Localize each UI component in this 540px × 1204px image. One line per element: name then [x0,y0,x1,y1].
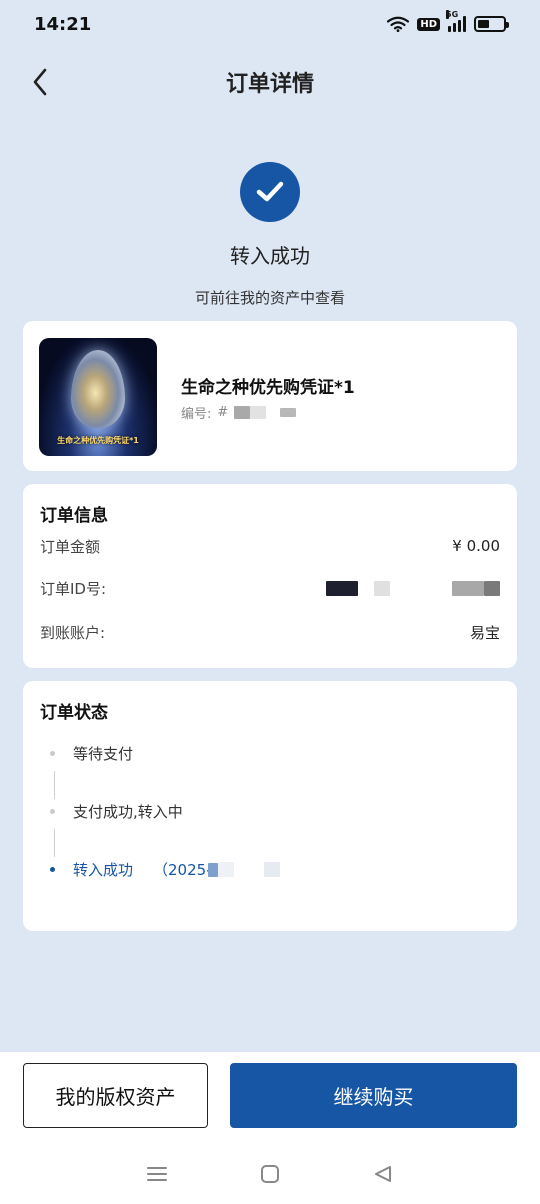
account-value: 易宝 [469,623,500,642]
home-button[interactable] [255,1159,285,1189]
recent-apps-button[interactable] [142,1159,172,1189]
timeline-step: 等待支付 [50,743,133,764]
order-id-value [326,580,500,596]
system-nav-bar [0,1156,540,1192]
serial-label: 编号: [181,407,212,422]
timeline-step: 支付成功,转入中 [50,801,183,822]
product-image: 生命之种优先购凭证*1 [39,338,157,456]
time-redacted [217,862,234,877]
signal-icon: 5G [446,10,466,32]
serial-redacted [234,406,251,419]
order-status-title: 订单状态 [40,703,108,723]
order-status-card: 订单状态 等待支付 支付成功,转入中 转入成功 （2025- [23,681,517,931]
back-button[interactable] [22,64,58,100]
battery-icon [474,16,509,32]
success-title: 转入成功 [230,244,310,268]
bottom-action-bar: 我的版权资产 继续购买 [0,1052,540,1204]
order-id-label: 订单ID号: [40,579,107,598]
serial-prefix: # [217,405,229,420]
order-id-redacted [452,580,484,596]
continue-purchase-button[interactable]: 继续购买 [230,1063,517,1128]
success-block: 转入成功 可前往我的资产中查看 [0,162,540,308]
timeline-dot [50,809,55,814]
status-time: 14:21 [34,13,92,35]
crystal-image [71,350,125,428]
system-back-button[interactable] [368,1159,398,1189]
wifi-icon [387,16,410,32]
serial-redacted [280,408,297,417]
serial-redacted [250,406,267,419]
order-id-redacted [484,580,500,596]
timeline-dot [50,751,55,756]
product-image-caption: 生命之种优先购凭证*1 [57,436,139,445]
timeline-step-label: 等待支付 [73,745,134,763]
menu-icon [146,1167,167,1181]
status-icons: HD 5G [387,10,509,32]
time-redacted [207,862,218,877]
account-label: 到账账户: [40,623,106,642]
order-id-redacted [326,580,358,596]
timeline-line [54,771,55,799]
product-card[interactable]: 生命之种优先购凭证*1 生命之种优先购凭证*1 编号: # [23,321,517,471]
timeline-dot-active [50,867,55,872]
page-title: 订单详情 [225,72,314,97]
product-name: 生命之种优先购凭证*1 [181,378,355,398]
success-subtitle: 可前往我的资产中查看 [194,289,345,307]
order-info-title: 订单信息 [40,506,108,526]
order-info-card: 订单信息 订单金额 ¥ 0.00 订单ID号: 到账账户: 易宝 [23,484,517,668]
back-triangle-icon [375,1166,392,1182]
status-bar: 14:21 HD 5G [0,0,540,48]
home-square-icon [260,1165,279,1183]
order-amount-label: 订单金额 [40,537,101,556]
timeline-line [54,829,55,857]
network-label: 5G [446,10,459,19]
back-arrow-icon [33,68,47,96]
order-amount-row: 订单金额 ¥ 0.00 [40,535,500,557]
order-id-row: 订单ID号: [40,577,500,599]
order-amount-value: ¥ 0.00 [452,537,500,555]
hd-badge: HD [417,17,440,31]
time-redacted [263,862,280,877]
timeline-step-current: 转入成功 （2025- [50,859,280,880]
timeline-step-time: （2025- [153,861,212,879]
timeline-step-label: 转入成功 [73,861,134,879]
nav-bar: 订单详情 [0,56,540,108]
order-id-redacted [374,580,390,596]
account-row: 到账账户: 易宝 [40,621,500,643]
check-icon [240,162,300,222]
product-serial: 编号: # [181,403,297,422]
timeline-step-label: 支付成功,转入中 [73,803,183,821]
my-copyright-assets-button[interactable]: 我的版权资产 [23,1063,208,1128]
